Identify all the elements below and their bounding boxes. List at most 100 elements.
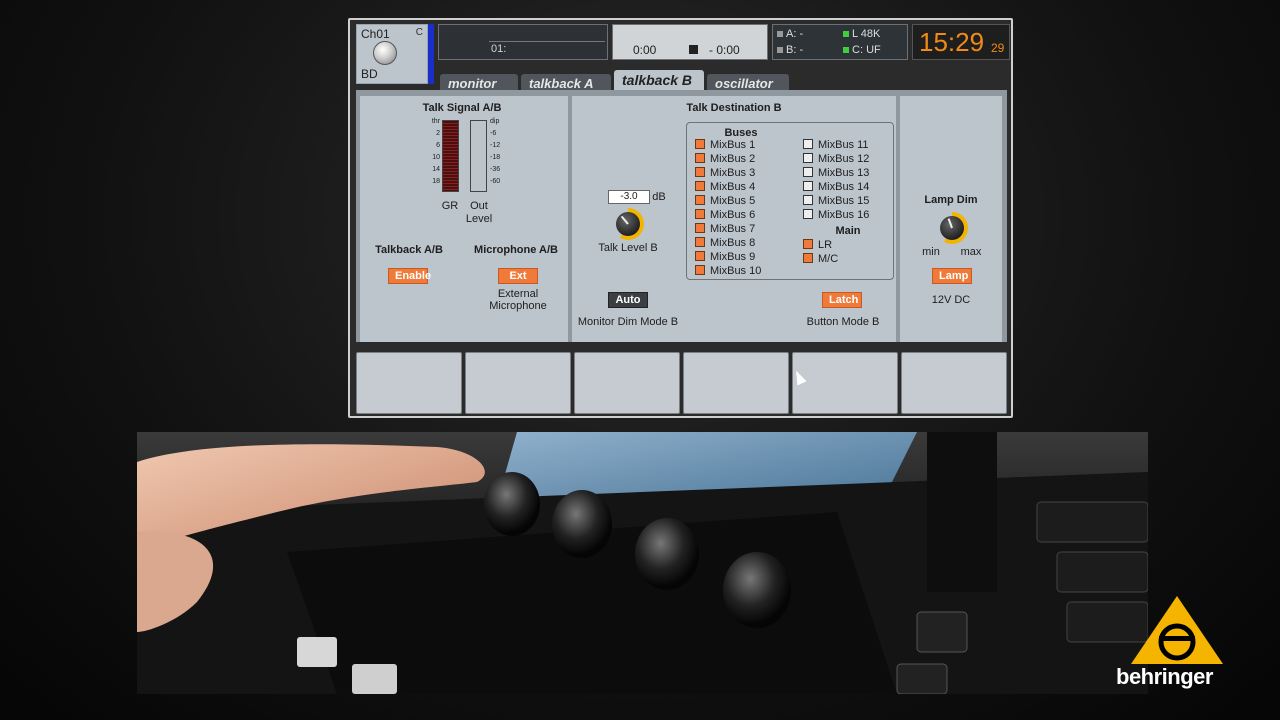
bus-label: MixBus 10 [710,265,762,277]
mixer-screen: Ch01 C BD 01: 0:00 - 0:00 A: - B: - L 48… [348,18,1013,418]
checkbox-unchecked-icon[interactable] [803,139,813,149]
status-a-value: - [799,28,804,40]
level-label: Level [465,213,493,225]
checkbox-checked-icon[interactable] [695,153,705,163]
talkback-ab-title: Talkback A/B [375,244,443,256]
gr-scale-tick: 6 [436,142,440,149]
checkbox-checked-icon[interactable] [803,239,813,249]
checkbox-checked-icon[interactable] [695,265,705,275]
stop-icon [689,45,698,54]
lamp-button[interactable]: Lamp [932,268,972,284]
main-panel: Talk Signal A/B thr 2 6 10 14 18 dip -6 … [356,90,1007,342]
bus-label: MixBus 7 [710,223,756,235]
bus-checkbox-item[interactable]: MixBus 16 [803,209,869,221]
bus-checkbox-item[interactable]: MixBus 7 [695,223,755,235]
soft-button-5[interactable] [792,352,898,414]
gr-label: GR [441,200,459,212]
checkbox-unchecked-icon[interactable] [803,195,813,205]
checkbox-checked-icon[interactable] [695,139,705,149]
soft-button-6[interactable] [901,352,1007,414]
soft-button-4[interactable] [683,352,789,414]
checkbox-checked-icon[interactable] [695,209,705,219]
talk-level-value[interactable]: -3.0 [608,190,650,204]
bus-label: MixBus 6 [710,209,756,221]
channel-display[interactable]: Ch01 C BD [356,24,428,84]
bus-checkbox-item[interactable]: MixBus 10 [695,265,761,277]
talk-destination-title: Talk Destination B [686,102,782,114]
checkbox-checked-icon[interactable] [695,195,705,205]
checkbox-unchecked-icon[interactable] [803,209,813,219]
bus-checkbox-item[interactable]: MixBus 11 [803,139,869,151]
lamp-min-label: min [922,246,940,258]
lamp-dim-knob[interactable] [936,212,968,244]
checkbox-unchecked-icon[interactable] [803,181,813,191]
knob-pointer [947,218,953,229]
soft-button-1[interactable] [356,352,462,414]
bus-checkbox-item[interactable]: MixBus 1 [695,139,755,151]
checkbox-checked-icon[interactable] [695,237,705,247]
checkbox-checked-icon[interactable] [695,181,705,191]
ext-button[interactable]: Ext [498,268,538,284]
bus-checkbox-item[interactable]: MixBus 8 [695,237,755,249]
status-b-label: B: [786,44,797,56]
external-label: External [497,288,539,300]
bus-checkbox-item[interactable]: MixBus 13 [803,167,869,179]
status-b-indicator-icon [777,47,783,53]
talk-level-unit: dB [652,191,666,203]
monitor-dim-mode-label: Monitor Dim Mode B [577,316,679,328]
gr-scale-tick: 10 [432,154,440,161]
bus-checkbox-item[interactable]: M/C [803,253,838,265]
status-c-label: C: [852,44,863,56]
out-scale-tick: -36 [490,166,501,173]
scene-number: 01: [491,43,507,55]
bus-checkbox-item[interactable]: MixBus 9 [695,251,755,263]
bus-checkbox-item[interactable]: MixBus 2 [695,153,755,165]
latch-button[interactable]: Latch [822,292,862,308]
talk-signal-title: Talk Signal A/B [422,102,502,114]
checkbox-unchecked-icon[interactable] [803,167,813,177]
bus-checkbox-item[interactable]: LR [803,239,832,251]
checkbox-checked-icon[interactable] [695,167,705,177]
out-meter [470,120,487,192]
checkbox-checked-icon[interactable] [695,251,705,261]
talk-signal-section: Talk Signal A/B thr 2 6 10 14 18 dip -6 … [360,96,568,342]
enable-button[interactable]: Enable [388,268,431,284]
tape-time: 0:00 [633,43,657,57]
channel-name: Ch01 [361,27,390,41]
checkbox-checked-icon[interactable] [695,223,705,233]
gr-scale-tick: 2 [436,130,440,137]
bus-checkbox-item[interactable]: MixBus 12 [803,153,869,165]
auto-button[interactable]: Auto [608,292,648,308]
soft-button-3[interactable] [574,352,680,414]
checkbox-unchecked-icon[interactable] [803,153,813,163]
microphone-label: Microphone [489,300,547,312]
bus-label: MixBus 13 [818,167,870,179]
bus-label: M/C [818,253,839,265]
knob-cap [616,212,640,236]
status-b: B: - [777,44,803,56]
bus-checkbox-item[interactable]: MixBus 14 [803,181,869,193]
lamp-dim-title: Lamp Dim [924,194,978,206]
bus-checkbox-item[interactable]: MixBus 3 [695,167,755,179]
bus-checkbox-item[interactable]: MixBus 6 [695,209,755,221]
main-title: Main [835,225,861,237]
microphone-ab-title: Microphone A/B [474,244,558,256]
bus-label: MixBus 4 [710,181,756,193]
talk-level-knob[interactable] [612,208,644,240]
status-l: L 48K [843,28,880,40]
bus-label: MixBus 11 [818,139,869,151]
lamp-max-label: max [960,246,982,258]
gr-scale: thr 2 6 10 14 18 [426,116,440,188]
bus-checkbox-item[interactable]: MixBus 4 [695,181,755,193]
bus-label: MixBus 2 [710,153,756,165]
knob-cap [940,216,964,240]
bus-checkbox-item[interactable]: MixBus 5 [695,195,755,207]
out-label: Out [470,200,488,212]
bus-checkbox-item[interactable]: MixBus 15 [803,195,869,207]
button-mode-label: Button Mode B [806,316,880,328]
checkbox-checked-icon[interactable] [803,253,813,263]
soft-button-2[interactable] [465,352,571,414]
status-c: C: UF [843,44,881,56]
status-c-value: UF [866,44,881,56]
knob-pointer [620,215,629,225]
